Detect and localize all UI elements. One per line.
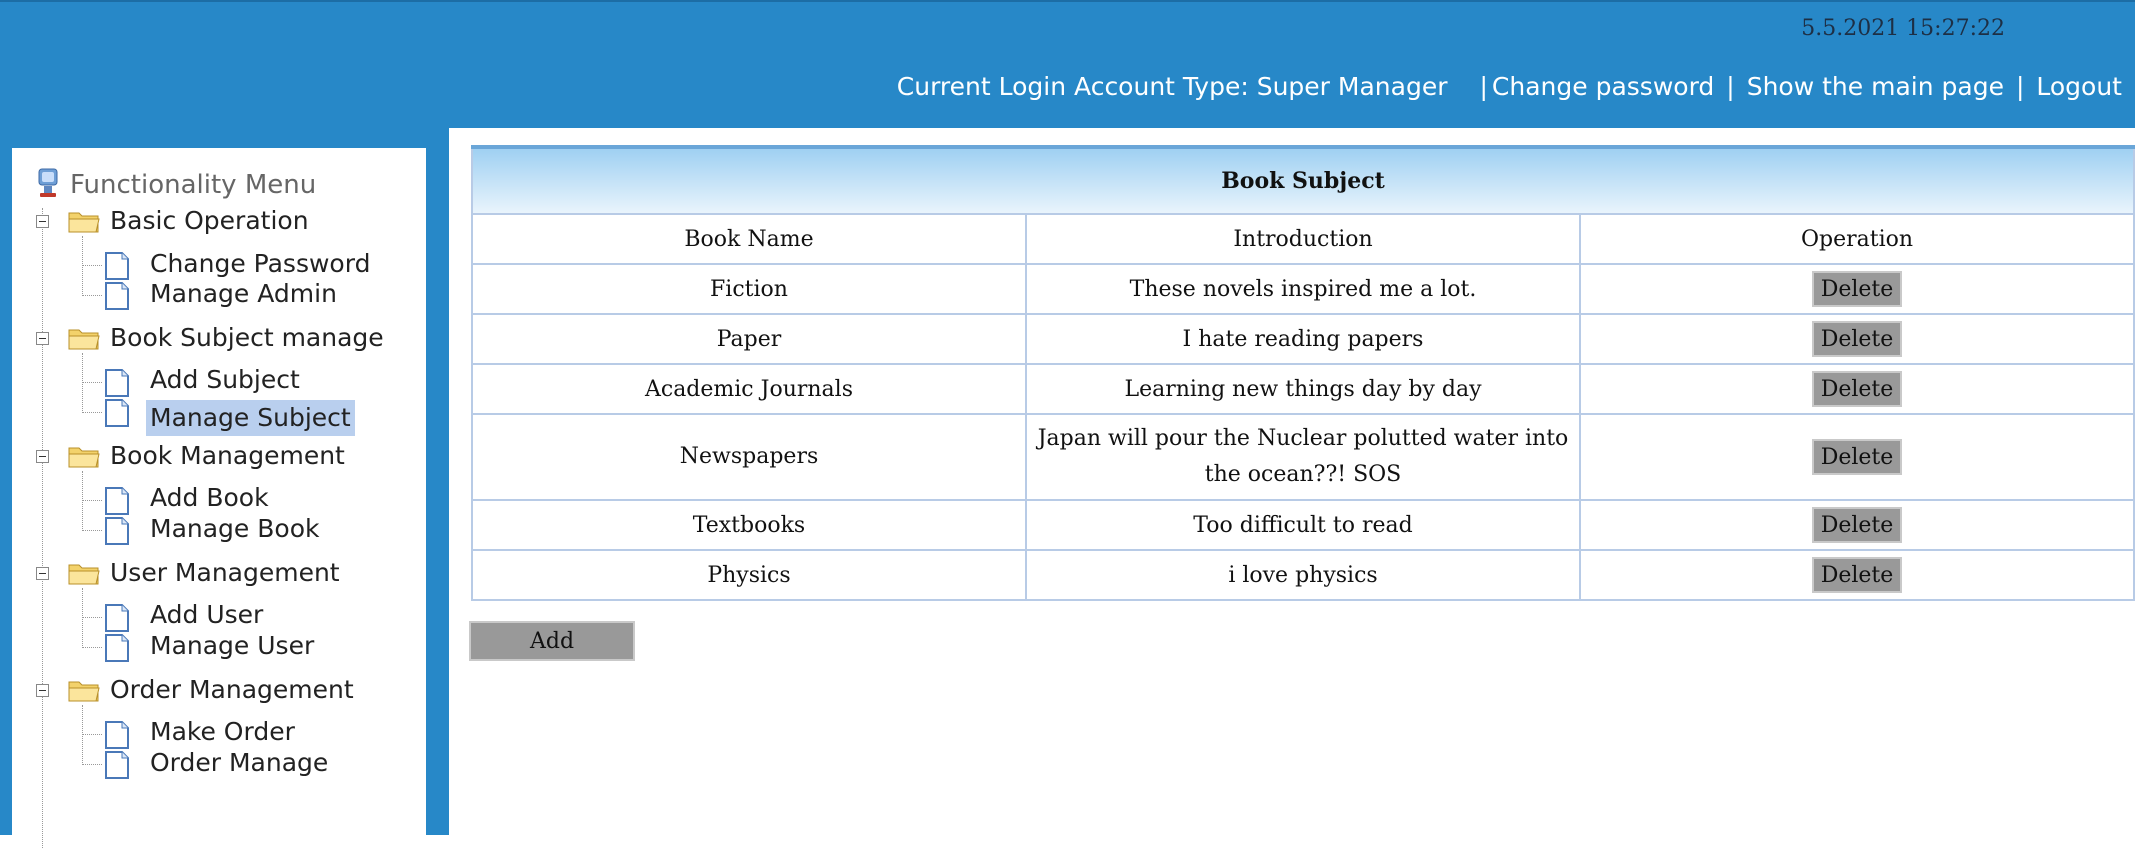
folder-open-icon: [68, 325, 100, 355]
tree-connector: [82, 295, 102, 296]
cell-book-name: Academic Journals: [471, 363, 1027, 415]
cell-book-name: Physics: [471, 549, 1027, 601]
sidebar-item-manage-user[interactable]: Manage User: [146, 628, 318, 664]
function-tree: Functionality Menu Basic Operation Chang…: [12, 148, 426, 848]
collapse-toggle[interactable]: [36, 332, 49, 345]
cell-book-name: Paper: [471, 313, 1027, 365]
book-subject-table: Book Subject Book Name Introduction Oper…: [471, 145, 2135, 601]
main-content: Book Subject Book Name Introduction Oper…: [449, 128, 2135, 835]
cell-operation: Delete: [1579, 413, 2135, 501]
tree-connector: [82, 471, 83, 531]
tree-connector: [82, 588, 83, 648]
group-book-subject-manage[interactable]: Book Subject manage: [110, 323, 384, 352]
column-header-introduction: Introduction: [1025, 213, 1581, 265]
page-icon: [104, 634, 130, 666]
table-row: Textbooks Too difficult to read Delete: [471, 499, 2135, 551]
delete-button[interactable]: Delete: [1812, 507, 1902, 543]
cell-operation: Delete: [1579, 499, 2135, 551]
collapse-toggle[interactable]: [36, 215, 49, 228]
table-row: Newspapers Japan will pour the Nuclear p…: [471, 413, 2135, 501]
sidebar-item-add-subject[interactable]: Add Subject: [146, 362, 304, 398]
group-book-management[interactable]: Book Management: [110, 441, 345, 470]
tree-connector: [82, 734, 102, 735]
page-icon: [104, 487, 130, 519]
nav-separator: |: [2015, 72, 2025, 101]
tree-connector: [82, 382, 102, 383]
cell-book-name: Textbooks: [471, 499, 1027, 551]
table-caption: Book Subject: [471, 145, 2135, 215]
tree-connector: [82, 647, 102, 648]
table-row: Academic Journals Learning new things da…: [471, 363, 2135, 415]
cell-introduction: i love physics: [1025, 549, 1581, 601]
collapse-toggle[interactable]: [36, 450, 49, 463]
top-nav: Current Login Account Type: Super Manage…: [897, 72, 2122, 101]
tree-connector: [82, 705, 83, 765]
page-icon: [104, 751, 130, 783]
show-main-page-link[interactable]: Show the main page: [1747, 72, 2004, 101]
nav-separator: |: [1726, 72, 1735, 101]
cell-introduction: Japan will pour the Nuclear polutted wat…: [1025, 413, 1581, 501]
collapse-toggle[interactable]: [36, 567, 49, 580]
cell-operation: Delete: [1579, 313, 2135, 365]
tree-title: Functionality Menu: [70, 170, 317, 200]
datetime: 5.5.2021 15:27:22: [1801, 16, 2005, 41]
delete-button[interactable]: Delete: [1812, 271, 1902, 307]
sidebar-item-manage-subject[interactable]: Manage Subject: [146, 400, 355, 436]
cell-introduction: I hate reading papers: [1025, 313, 1581, 365]
table-row: Physics i love physics Delete: [471, 549, 2135, 601]
tree-connector: [82, 412, 102, 413]
column-header-book-name: Book Name: [471, 213, 1027, 265]
tree-connector: [82, 500, 102, 501]
column-header-operation: Operation: [1579, 213, 2135, 265]
sidebar-item-manage-admin[interactable]: Manage Admin: [146, 276, 341, 312]
cell-introduction: Too difficult to read: [1025, 499, 1581, 551]
tree-connector: [82, 530, 102, 531]
tree-connector: [82, 236, 83, 296]
logout-link[interactable]: Logout: [2036, 72, 2122, 101]
collapse-toggle[interactable]: [36, 684, 49, 697]
tree-connector: [82, 617, 102, 618]
sidebar-item-manage-book[interactable]: Manage Book: [146, 511, 323, 547]
folder-open-icon: [68, 677, 100, 707]
folder-open-icon: [68, 560, 100, 590]
tree-connector: [82, 265, 102, 266]
cell-book-name: Newspapers: [471, 413, 1027, 501]
cell-operation: Delete: [1579, 363, 2135, 415]
delete-button[interactable]: Delete: [1812, 321, 1902, 357]
group-basic-operation[interactable]: Basic Operation: [110, 206, 309, 235]
page-icon: [104, 399, 130, 431]
group-order-management[interactable]: Order Management: [110, 675, 354, 704]
nav-separator: |: [1479, 72, 1488, 101]
account-type-label: Current Login Account Type: Super Manage…: [896, 72, 1448, 101]
sidebar: Functionality Menu Basic Operation Chang…: [12, 148, 426, 848]
folder-open-icon: [68, 443, 100, 473]
delete-button[interactable]: Delete: [1812, 557, 1902, 593]
tree-connector: [82, 353, 83, 413]
cell-book-name: Fiction: [471, 263, 1027, 315]
page-icon: [104, 282, 130, 314]
cell-operation: Delete: [1579, 549, 2135, 601]
folder-open-icon: [68, 208, 100, 238]
top-header: 5.5.2021 15:27:22 Current Login Account …: [0, 0, 2135, 128]
page-icon: [104, 517, 130, 549]
add-button[interactable]: Add: [469, 621, 635, 661]
page-icon: [104, 252, 130, 284]
sidebar-item-order-manage[interactable]: Order Manage: [146, 745, 332, 781]
page-icon: [104, 604, 130, 636]
page-icon: [104, 369, 130, 401]
table-row: Fiction These novels inspired me a lot. …: [471, 263, 2135, 315]
delete-button[interactable]: Delete: [1812, 438, 1902, 475]
tree-connector: [42, 208, 43, 848]
cell-introduction: These novels inspired me a lot.: [1025, 263, 1581, 315]
tree-connector: [82, 764, 102, 765]
cell-operation: Delete: [1579, 263, 2135, 315]
change-password-link[interactable]: Change password: [1492, 72, 1714, 101]
group-user-management[interactable]: User Management: [110, 558, 340, 587]
cell-introduction: Learning new things day by day: [1025, 363, 1581, 415]
page-icon: [104, 721, 130, 753]
delete-button[interactable]: Delete: [1812, 371, 1902, 407]
table-row: Paper I hate reading papers Delete: [471, 313, 2135, 365]
computer-icon: [36, 168, 60, 202]
